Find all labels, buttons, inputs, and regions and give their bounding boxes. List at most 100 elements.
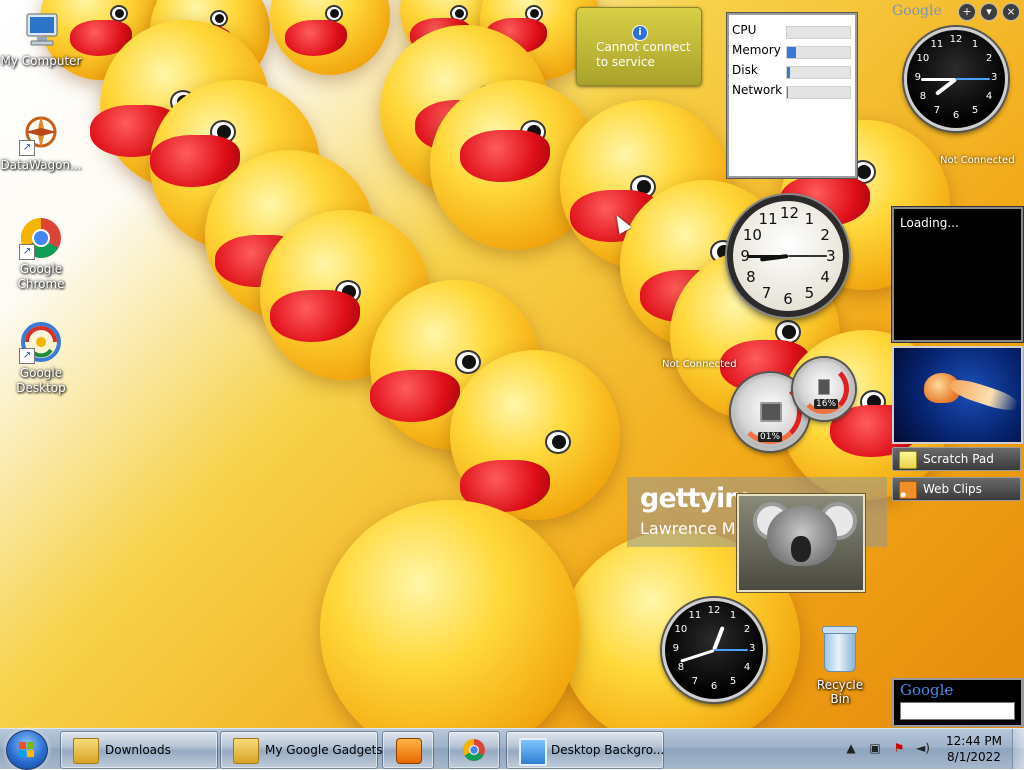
- clock-numeral: 7: [691, 676, 699, 688]
- info-icon: i: [632, 25, 648, 41]
- desktop-icon-label: Google Desktop: [16, 366, 66, 395]
- scratch-pad-label: Scratch Pad: [923, 452, 994, 466]
- clock-numeral: 11: [758, 209, 778, 228]
- taskbar-item-label: Downloads: [105, 743, 171, 757]
- photo-gadget-jellyfish[interactable]: [892, 346, 1023, 444]
- clock-numeral: 6: [710, 681, 718, 693]
- system-meter-gadget[interactable]: CPU Memory Disk Network: [727, 13, 857, 178]
- taskbar-clock-time[interactable]: 12:44 PM: [944, 734, 1004, 748]
- clock-gadget-top[interactable]: 12 1 2 3 4 5 6 7 8 9 10 11: [904, 27, 1008, 131]
- meter-fill: [787, 67, 791, 78]
- desktop-icon-my-computer[interactable]: My Computer: [0, 8, 82, 69]
- getty-credit: Lawrence Ma: [640, 519, 746, 538]
- web-clips-gadget[interactable]: Web Clips: [892, 477, 1021, 501]
- start-button[interactable]: [6, 730, 48, 770]
- taskbar-item-downloads[interactable]: Downloads: [60, 731, 218, 769]
- memory-dial[interactable]: 16%: [793, 358, 855, 420]
- web-clips-label: Web Clips: [923, 482, 982, 496]
- slideshow-status: Loading...: [900, 216, 959, 230]
- clock-numeral: 1: [971, 38, 979, 50]
- desktop-icon-recycle-bin[interactable]: Recycle Bin: [806, 626, 874, 706]
- clock-numeral: 4: [743, 662, 751, 674]
- chevron-down-icon[interactable]: ▾: [980, 3, 998, 21]
- recycle-bin-label: Recycle Bin: [816, 678, 864, 706]
- meter-label: Memory: [732, 43, 781, 57]
- google-desktop-icon: ↗: [19, 320, 63, 364]
- getty-brand: gettyim: [640, 483, 752, 514]
- desktop-icon-label: DataWagon...: [0, 158, 82, 172]
- chrome-icon: ↗: [19, 216, 63, 260]
- clock-numeral: 10: [742, 225, 762, 244]
- network-icon[interactable]: ▣: [868, 741, 882, 755]
- shortcut-arrow-icon: ↗: [19, 348, 35, 364]
- meter-label: Network: [732, 83, 783, 97]
- meter-row-memory: Memory: [732, 43, 851, 59]
- clock-numeral: 9: [672, 643, 679, 654]
- clock-numeral: 5: [729, 676, 737, 688]
- folder-icon: [233, 738, 259, 764]
- desktop-wallpaper: My Computer ↗ DataWagon... ↗ Google Chro…: [0, 0, 1024, 728]
- meter-fill: [787, 47, 797, 58]
- datawagon-icon: ↗: [19, 112, 63, 156]
- clock-numeral: 2: [743, 623, 751, 635]
- google-search-gadget[interactable]: Google: [892, 678, 1023, 727]
- taskbar-item-desktop-background[interactable]: Desktop Backgro...: [506, 731, 664, 769]
- volume-icon[interactable]: ◄): [916, 741, 930, 755]
- desktop-icon-google-desktop[interactable]: ↗ Google Desktop: [0, 320, 82, 396]
- clock-numeral: 5: [804, 284, 815, 303]
- clock-second-hand: [714, 649, 749, 651]
- clock-numeral: 12: [949, 33, 963, 45]
- clock-numeral: 11: [688, 609, 702, 621]
- sidebar-google-logo: Google: [892, 3, 942, 19]
- clock-numeral: 12: [780, 204, 800, 223]
- taskbar: Downloads My Google Gadgets Desktop Back…: [0, 728, 1024, 770]
- add-gadget-icon[interactable]: +: [958, 3, 976, 21]
- taskbar-item-media-player[interactable]: [382, 731, 434, 769]
- clock-numeral: 1: [804, 209, 815, 228]
- notepad-icon: [899, 451, 917, 469]
- recycle-bin-icon: [822, 626, 858, 672]
- meter-row-cpu: CPU: [732, 23, 851, 39]
- google-logo: Google: [900, 681, 954, 699]
- meter-label: CPU: [732, 23, 757, 37]
- show-desktop-button[interactable]: [1012, 729, 1024, 769]
- computer-icon: [19, 8, 63, 52]
- scratch-pad-gadget[interactable]: Scratch Pad: [892, 447, 1021, 471]
- clock-second-hand: [956, 78, 991, 80]
- clock-gadget-bottom[interactable]: 12 1 2 3 4 5 6 7 8 9 10 11: [662, 598, 766, 702]
- memory-value: 16%: [814, 399, 839, 409]
- google-search-input[interactable]: [900, 702, 1015, 720]
- clock-numeral: 6: [952, 110, 960, 122]
- action-center-icon[interactable]: ⚑: [892, 741, 906, 755]
- desktop-icon-google-chrome[interactable]: ↗ Google Chrome: [0, 216, 82, 292]
- meter-bar: [786, 26, 851, 39]
- taskbar-item-chrome[interactable]: [448, 731, 500, 769]
- chrome-icon: [462, 738, 486, 762]
- taskbar-item-my-google-gadgets[interactable]: My Google Gadgets: [220, 731, 383, 769]
- koala-nose: [791, 536, 811, 562]
- show-hidden-icons-icon[interactable]: ▲: [844, 741, 858, 755]
- clock-numeral: 6: [783, 289, 793, 308]
- clock-gadget-light[interactable]: 12 1 2 3 4 5 6 7 8 9 10 11: [727, 195, 849, 317]
- weather-message: Cannot connect to service: [596, 40, 691, 69]
- clock-numeral: 4: [820, 268, 830, 287]
- jellyfish-tentacles: [947, 375, 1021, 415]
- clock-numeral: 7: [761, 284, 772, 303]
- weather-gadget[interactable]: i Cannot connect to service: [576, 7, 702, 86]
- clock-numeral: 7: [933, 105, 941, 117]
- clock-numeral: 5: [971, 105, 979, 117]
- clock-minute-hand: [679, 648, 715, 663]
- slideshow-gadget[interactable]: Loading...: [892, 207, 1023, 342]
- taskbar-item-label: My Google Gadgets: [265, 743, 383, 757]
- clock-numeral: 2: [820, 225, 830, 244]
- media-player-icon: [396, 738, 422, 764]
- sidebar-controls: Google + ▾ ×: [892, 3, 1022, 21]
- taskbar-clock-date[interactable]: 8/1/2022: [944, 750, 1004, 764]
- clock-numeral: 12: [707, 604, 721, 616]
- close-icon[interactable]: ×: [1002, 3, 1020, 21]
- clock-numeral: 11: [930, 38, 944, 50]
- desktop-icon-label: My Computer: [0, 54, 82, 68]
- clock-status-top: Not Connected: [940, 155, 1015, 166]
- photo-gadget-koala[interactable]: [737, 494, 865, 592]
- desktop-icon-datawagon[interactable]: ↗ DataWagon...: [0, 112, 82, 173]
